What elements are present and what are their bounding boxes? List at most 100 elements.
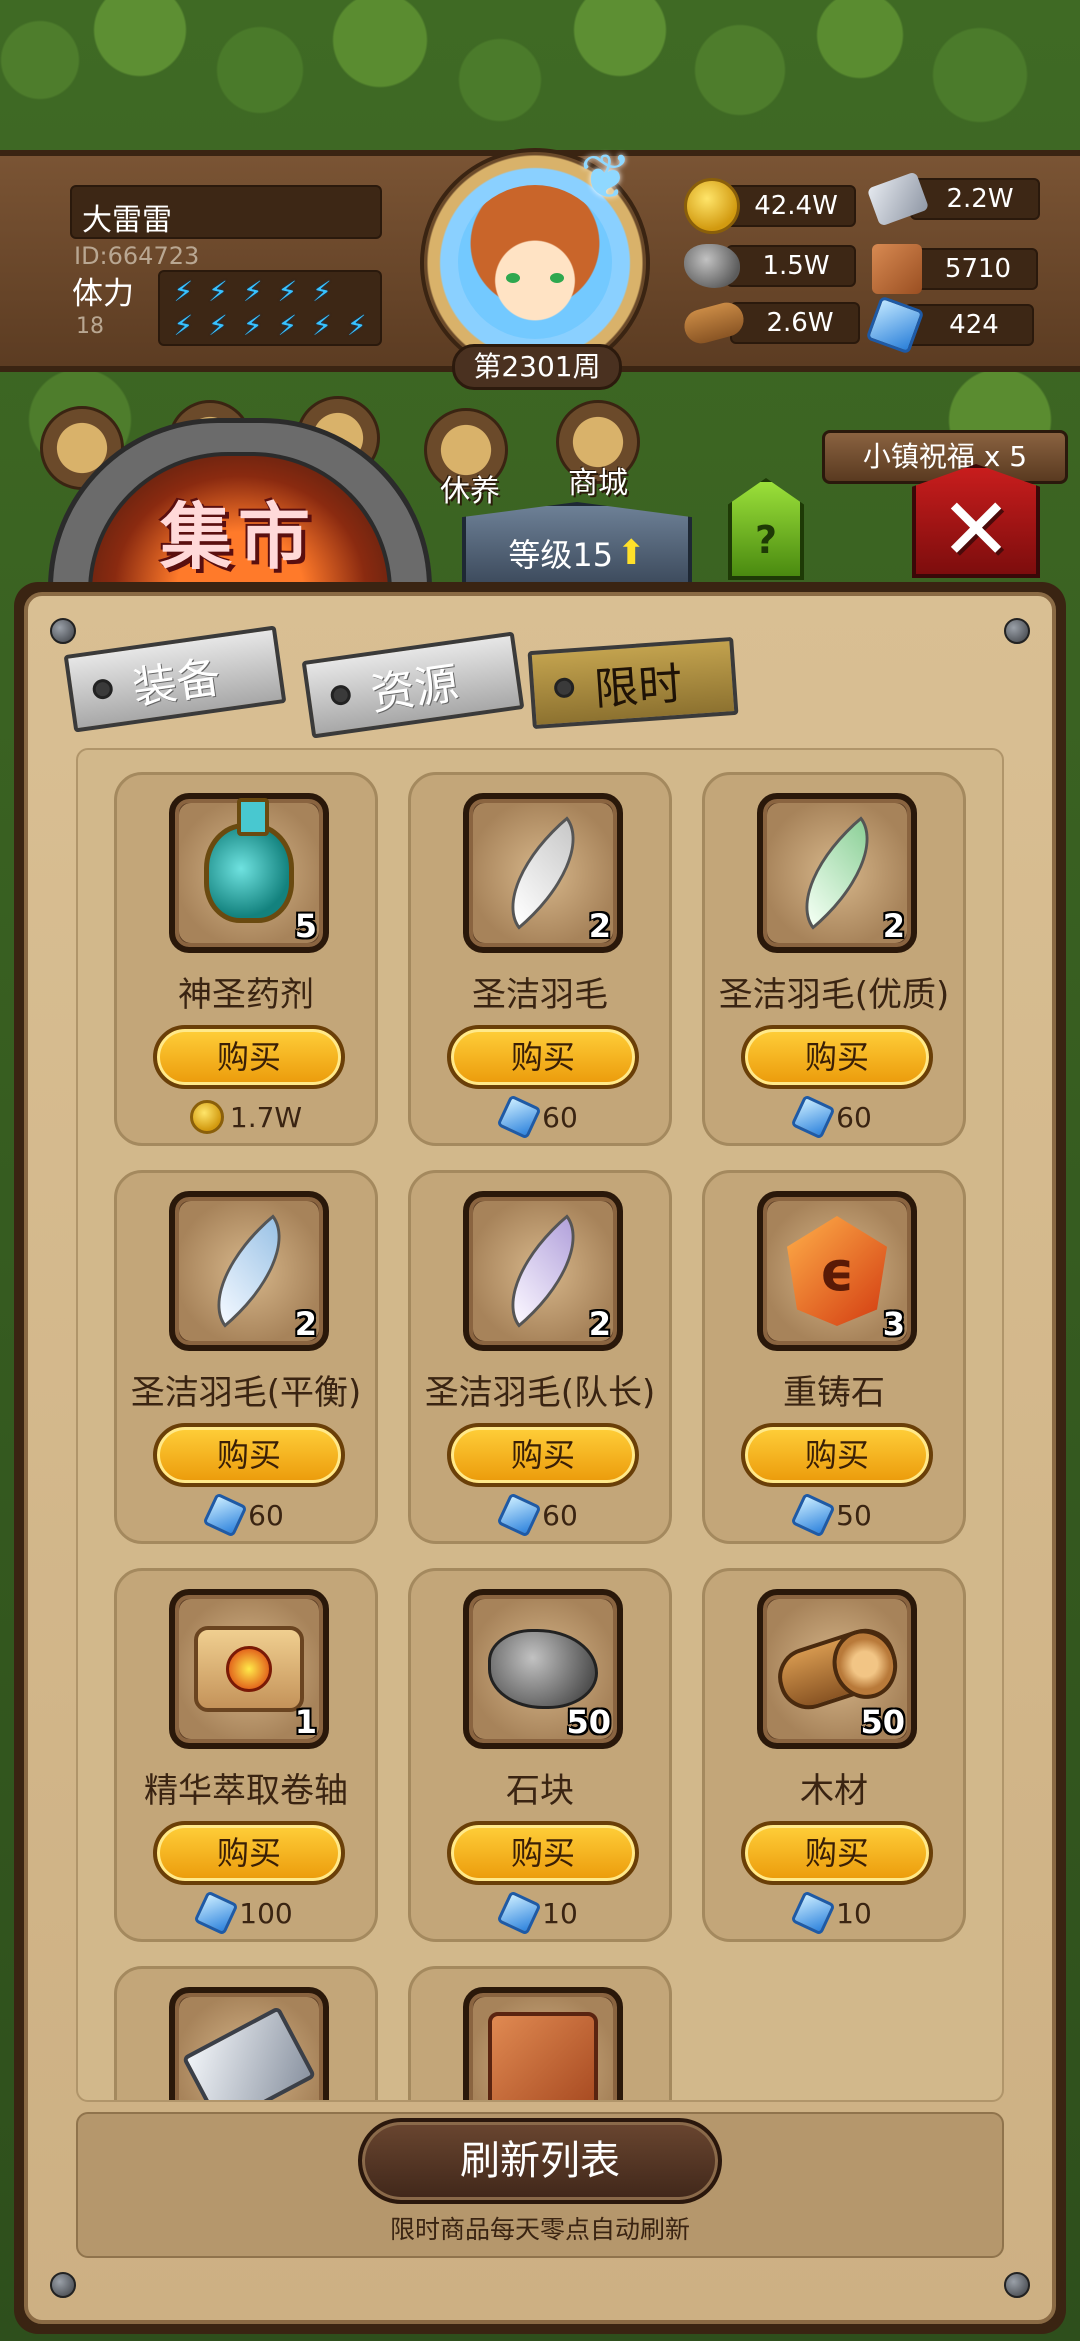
item-card	[114, 1966, 378, 2100]
item-price: 10	[411, 1890, 669, 1936]
item-slot[interactable]: 2	[463, 793, 623, 953]
gem-resource[interactable]: 424	[865, 295, 1034, 355]
buy-button[interactable]: 购买	[447, 1821, 639, 1885]
iron-value: 2.2W	[910, 178, 1040, 220]
item-price: 60	[411, 1094, 669, 1140]
item-grid[interactable]: 5 神圣药剂 购买 1.7W 2 圣洁羽毛 购买 60 2 圣洁羽毛(优质) 购…	[76, 748, 1004, 2102]
item-price: 50	[705, 1492, 963, 1538]
lightning-icon: ⚡	[277, 309, 298, 342]
shop-label: 商城	[568, 466, 628, 501]
item-slot[interactable]: 50	[463, 1589, 623, 1749]
purple-feather-icon	[482, 1214, 604, 1328]
item-price: 100	[117, 1890, 375, 1936]
leather-resource[interactable]: 5710	[872, 244, 1038, 294]
wood-value: 2.6W	[730, 302, 860, 344]
buy-button[interactable]: 购买	[447, 1025, 639, 1089]
leather-icon	[872, 244, 922, 294]
item-name: 圣洁羽毛(队长)	[424, 1373, 656, 1413]
item-quantity: 5	[294, 907, 317, 945]
item-name: 木材	[800, 1771, 868, 1811]
refresh-list-button[interactable]: 刷新列表	[358, 2118, 722, 2204]
stamina-label: 体力	[72, 276, 134, 312]
item-price: 60	[117, 1492, 375, 1538]
item-card: 5 神圣药剂 购买 1.7W	[114, 772, 378, 1146]
rivet	[1004, 618, 1030, 644]
close-icon: ✕	[939, 480, 1013, 580]
tab-dot	[553, 677, 575, 699]
tab-limited[interactable]: 限时	[527, 636, 739, 730]
tab-label: 限时	[592, 658, 684, 716]
buy-button[interactable]: 购买	[153, 1821, 345, 1885]
buy-button[interactable]: 购买	[741, 1025, 933, 1089]
item-card: 1 精华萃取卷轴 购买 100	[114, 1568, 378, 1942]
gem-icon	[193, 1890, 239, 1936]
item-quantity: 2	[588, 907, 611, 945]
item-name: 圣洁羽毛(优质)	[718, 975, 950, 1015]
item-slot[interactable]: 2	[463, 1191, 623, 1351]
item-card: ϵ 3 重铸石 购买 50	[702, 1170, 966, 1544]
avatar-eye	[506, 273, 520, 283]
item-slot[interactable]: 50	[757, 1589, 917, 1749]
item-slot[interactable]: 2	[169, 1191, 329, 1351]
potion-icon	[204, 798, 294, 923]
lightning-icon	[339, 276, 374, 308]
level-badge[interactable]: 等级15 ⬆	[462, 502, 692, 586]
gold-coin-icon	[684, 178, 740, 234]
item-card: 2 圣洁羽毛(队长) 购买 60	[408, 1170, 672, 1544]
rivet	[1004, 2272, 1030, 2298]
lightning-icon: ⚡	[173, 275, 194, 308]
stone-resource[interactable]: 1.5W	[684, 244, 856, 288]
item-slot[interactable]: 2	[757, 793, 917, 953]
buy-button[interactable]: 购买	[153, 1025, 345, 1089]
item-slot[interactable]	[463, 1987, 623, 2100]
gem-icon	[496, 1890, 542, 1936]
tab-dot	[329, 683, 353, 707]
rivet	[50, 2272, 76, 2298]
tab-label: 装备	[129, 651, 224, 715]
gold-resource[interactable]: 42.4W	[684, 178, 856, 234]
item-name: 精华萃取卷轴	[144, 1771, 348, 1811]
item-slot[interactable]	[169, 1987, 329, 2100]
item-slot[interactable]: ϵ 3	[757, 1191, 917, 1351]
item-card: 50 木材 购买 10	[702, 1568, 966, 1942]
item-quantity: 2	[588, 1305, 611, 1343]
gem-icon	[202, 1492, 248, 1538]
lightning-icon: ⚡	[346, 309, 367, 342]
leather-icon	[488, 2012, 598, 2100]
item-price: 10	[705, 1890, 963, 1936]
item-name: 圣洁羽毛	[472, 975, 608, 1015]
tab-label: 资源	[367, 657, 462, 721]
tab-dot	[91, 677, 115, 701]
item-price: 60	[411, 1492, 669, 1538]
player-name: 大雷雷	[70, 185, 382, 239]
item-card	[408, 1966, 672, 2100]
leather-value: 5710	[908, 248, 1038, 290]
item-quantity: 1	[294, 1703, 317, 1741]
refresh-note: 限时商品每天零点自动刷新	[389, 2215, 690, 2244]
stamina-value: 18	[76, 314, 104, 339]
blue-feather-icon	[188, 1214, 310, 1328]
buy-button[interactable]: 购买	[741, 1821, 933, 1885]
item-slot[interactable]: 1	[169, 1589, 329, 1749]
lightning-icon: ⚡	[173, 309, 194, 342]
item-name: 重铸石	[783, 1373, 885, 1413]
item-price: 60	[705, 1094, 963, 1140]
item-card: 2 圣洁羽毛 购买 60	[408, 772, 672, 1146]
lightning-icon: ⚡	[277, 275, 298, 308]
close-button[interactable]: ✕	[912, 464, 1040, 578]
buy-button[interactable]: 购买	[153, 1423, 345, 1487]
wood-resource[interactable]: 2.6W	[680, 298, 860, 348]
gem-icon	[790, 1492, 836, 1538]
white-feather-icon	[482, 816, 604, 930]
stamina-bar[interactable]: ⚡ ⚡ ⚡ ⚡ ⚡ ⚡ ⚡ ⚡ ⚡ ⚡ ⚡	[158, 270, 382, 346]
avatar-eye	[550, 273, 564, 283]
gold-value: 42.4W	[726, 185, 856, 227]
item-slot[interactable]: 5	[169, 793, 329, 953]
week-badge: 第2301周	[452, 344, 622, 390]
lightning-icon: ⚡	[208, 275, 228, 308]
buy-button[interactable]: 购买	[447, 1423, 639, 1487]
rivet	[50, 618, 76, 644]
item-name: 石块	[506, 1771, 574, 1811]
iron-resource[interactable]: 2.2W	[866, 171, 1040, 227]
buy-button[interactable]: 购买	[741, 1423, 933, 1487]
